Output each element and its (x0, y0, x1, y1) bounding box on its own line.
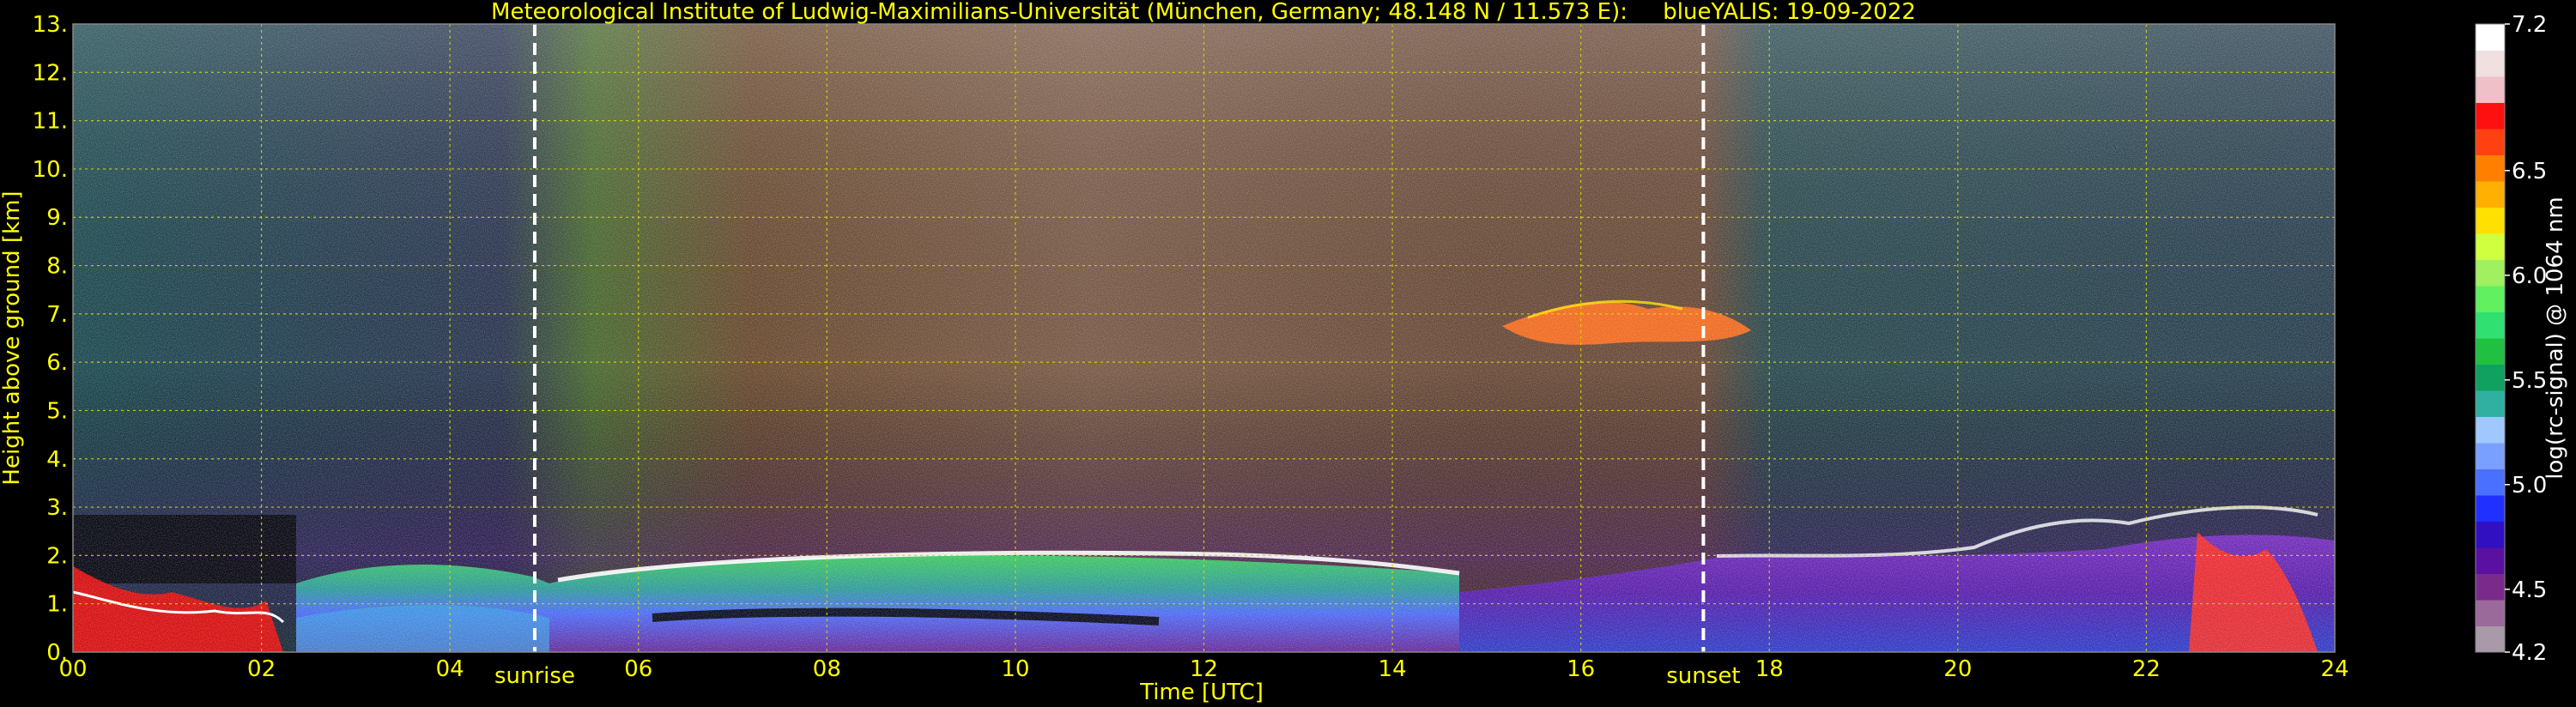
y-tick-label: 8. (46, 254, 68, 280)
colorbar-tick-label: 6.5 (2512, 159, 2547, 184)
y-tick-label: 0. (46, 640, 68, 666)
colorbar-segment (2476, 76, 2505, 103)
x-tick-label: 22 (2132, 656, 2161, 682)
y-tick-label: 1. (46, 592, 68, 618)
colorbar-segment (2476, 24, 2505, 51)
x-tick-label: 14 (1379, 656, 1407, 682)
colorbar-segment (2476, 416, 2505, 444)
colorbar-segment (2476, 311, 2505, 339)
colorbar-segment (2476, 129, 2505, 155)
colorbar-segment (2476, 286, 2505, 312)
chart-title: Meteorological Institute of Ludwig-Maxim… (491, 0, 1916, 25)
colorbar (2475, 23, 2506, 653)
y-tick-label: 4. (46, 447, 68, 473)
colorbar-label: log(rc-signal) @ 1064 nm (2543, 196, 2568, 479)
colorbar-segment (2476, 154, 2505, 182)
y-tick-label: 10. (33, 157, 68, 183)
colorbar-segment (2476, 521, 2505, 548)
y-axis-label: Height above ground [km] (0, 190, 25, 485)
colorbar-segment (2476, 390, 2505, 417)
x-tick-label: 04 (436, 656, 464, 682)
x-tick-label: 02 (247, 656, 276, 682)
sunset-label: sunset (1666, 663, 1740, 689)
x-axis-label: Time [UTC] (1139, 680, 1264, 705)
y-tick-label: 2. (46, 543, 68, 569)
colorbar-segment (2476, 443, 2505, 469)
colorbar-segment (2476, 338, 2505, 365)
colorbar-segment (2476, 495, 2505, 522)
y-tick-label: 12. (33, 60, 68, 86)
x-tick-label: 16 (1567, 656, 1595, 682)
colorbar-segment (2476, 625, 2505, 653)
colorbar-segment (2476, 259, 2505, 287)
colorbar-segment (2476, 102, 2505, 130)
colorbar-segment (2476, 50, 2505, 77)
y-tick-label: 6. (46, 350, 68, 376)
x-tick-label: 24 (2320, 656, 2349, 682)
colorbar-tick-label: 4.5 (2512, 577, 2547, 603)
x-tick-label: 18 (1755, 656, 1784, 682)
x-tick-label: 10 (1001, 656, 1029, 682)
colorbar-segment (2476, 547, 2505, 574)
colorbar-tick-label: 4.2 (2512, 640, 2547, 666)
y-tick-label: 9. (46, 205, 68, 231)
x-tick-label: 08 (813, 656, 841, 682)
colorbar-segment (2476, 364, 2505, 391)
lidar-quicklook-chart: sunrise sunset 00 02 04 06 08 10 12 14 16 18 20 22 24… (0, 0, 2568, 705)
y-tick-label: 11. (33, 109, 68, 135)
y-tick-label: 7. (46, 302, 68, 328)
y-tick-label: 3. (46, 495, 68, 521)
colorbar-tick-label: 7.2 (2512, 12, 2547, 38)
x-tick-label: 06 (624, 656, 652, 682)
colorbar-tick-labels: 4.24.55.05.56.06.57.2 (2505, 12, 2547, 666)
sunrise-label: sunrise (494, 663, 575, 689)
y-tick-label: 13. (33, 12, 68, 38)
y-tick-labels: 0. 1. 2. 3. 4. 5. 6. 7. 8. 9. 10. 11. 12. 13. (33, 12, 68, 666)
x-tick-label: 20 (1943, 656, 1972, 682)
colorbar-segment (2476, 207, 2505, 234)
x-tick-labels: 00 02 04 06 08 10 12 14 16 18 20 22 24 (58, 656, 2349, 682)
x-tick-label: 12 (1190, 656, 1218, 682)
colorbar-segment (2476, 573, 2505, 601)
colorbar-segment (2476, 233, 2505, 260)
colorbar-segment (2476, 468, 2505, 496)
colorbar-segment (2476, 181, 2505, 208)
colorbar-segment (2476, 600, 2505, 626)
y-tick-label: 5. (46, 398, 68, 424)
